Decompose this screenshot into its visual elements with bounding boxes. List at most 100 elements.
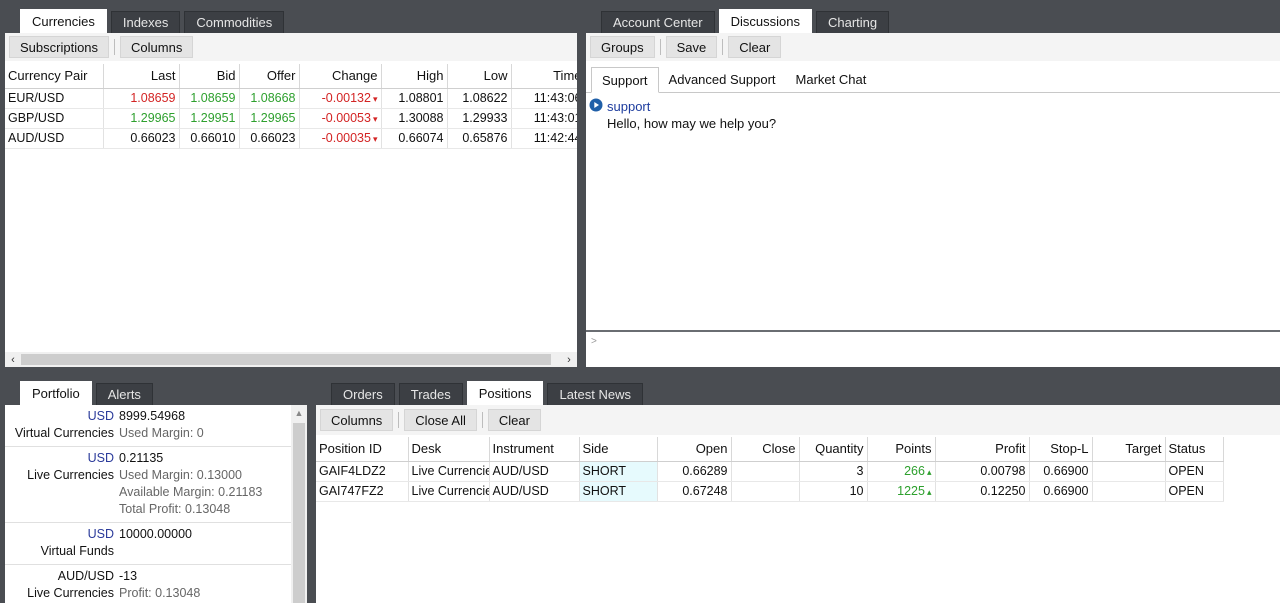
- down-arrow-icon: ▾: [372, 134, 378, 144]
- quantity-cell: 10: [799, 481, 868, 502]
- tab-account-center[interactable]: Account Center: [601, 11, 715, 33]
- table-row[interactable]: EUR/USD 1.08659 1.08659 1.08668 -0.00132…: [5, 88, 577, 109]
- portfolio-entry: USD 10000.00000 Virtual Funds: [5, 523, 291, 565]
- low-cell: 0.65876: [447, 128, 512, 149]
- close-all-button[interactable]: Close All: [404, 409, 477, 431]
- stop-loss-cell: 0.66900: [1029, 461, 1093, 482]
- portfolio-value: 10000.00000: [119, 527, 192, 541]
- tab-market-chat[interactable]: Market Chat: [786, 66, 877, 92]
- up-arrow-icon: ▴: [926, 467, 932, 477]
- horizontal-scrollbar[interactable]: ‹ ›: [5, 352, 577, 367]
- col-quantity[interactable]: Quantity: [799, 437, 868, 462]
- tab-alerts[interactable]: Alerts: [95, 383, 153, 405]
- status-cell: OPEN: [1165, 481, 1224, 502]
- pair-cell: GBP/USD: [5, 108, 104, 129]
- scroll-up-icon[interactable]: ▲: [291, 405, 307, 421]
- tab-orders[interactable]: Orders: [331, 383, 395, 405]
- bid-cell: 1.29951: [179, 108, 240, 129]
- side-cell: SHORT: [579, 461, 658, 482]
- right-tabbar: Account Center Discussions Charting: [601, 9, 890, 33]
- portfolio-detail: Used Margin: 0.13000: [119, 468, 242, 482]
- portfolio-label: Live Currencies: [27, 468, 114, 482]
- col-high[interactable]: High: [381, 64, 448, 89]
- tab-discussions[interactable]: Discussions: [718, 9, 812, 33]
- col-currency-pair[interactable]: Currency Pair: [5, 64, 104, 89]
- subscriptions-button[interactable]: Subscriptions: [9, 36, 110, 58]
- col-bid[interactable]: Bid: [179, 64, 240, 89]
- last-cell: 1.08659: [103, 88, 180, 109]
- stop-loss-cell: 0.66900: [1029, 481, 1093, 502]
- col-target[interactable]: Target: [1092, 437, 1166, 462]
- portfolio-label: Virtual Funds: [40, 544, 114, 558]
- close-cell: [731, 461, 800, 482]
- tab-support[interactable]: Support: [591, 67, 659, 93]
- tab-commodities[interactable]: Commodities: [184, 11, 285, 33]
- tab-positions[interactable]: Positions: [466, 381, 544, 405]
- high-cell: 1.30088: [381, 108, 448, 129]
- toolbar-separator: [722, 39, 724, 55]
- clear-button[interactable]: Clear: [728, 36, 782, 58]
- table-row[interactable]: GBP/USD 1.29965 1.29951 1.29965 -0.00053…: [5, 108, 577, 129]
- save-button[interactable]: Save: [665, 36, 718, 58]
- bid-cell: 1.08659: [179, 88, 240, 109]
- portfolio-value: 8999.54968: [119, 409, 186, 423]
- table-row[interactable]: GAIF4LDZ2 Live Currencies AUD/USD SHORT …: [316, 461, 1224, 482]
- points-value: 1225: [897, 484, 925, 498]
- col-time[interactable]: Time: [511, 64, 577, 89]
- tab-latest-news[interactable]: Latest News: [547, 383, 644, 405]
- col-desk[interactable]: Desk: [408, 437, 490, 462]
- col-close[interactable]: Close: [731, 437, 800, 462]
- scroll-thumb[interactable]: [21, 354, 551, 365]
- chat-tabs: Support Advanced Support Market Chat: [586, 63, 1280, 93]
- clear-button[interactable]: Clear: [487, 409, 541, 431]
- col-instrument[interactable]: Instrument: [489, 437, 580, 462]
- target-cell: [1092, 461, 1166, 482]
- positions-header-row: Position ID Desk Instrument Side Open Cl…: [316, 437, 1224, 462]
- col-offer[interactable]: Offer: [239, 64, 300, 89]
- portfolio-currency: AUD/USD: [57, 569, 114, 583]
- bid-cell: 0.66010: [179, 128, 240, 149]
- high-cell: 1.08801: [381, 88, 448, 109]
- col-profit[interactable]: Profit: [935, 437, 1030, 462]
- profit-cell: 0.12250: [935, 481, 1030, 502]
- columns-button[interactable]: Columns: [320, 409, 394, 431]
- play-circle-icon: [589, 98, 603, 115]
- col-side[interactable]: Side: [579, 437, 658, 462]
- col-open[interactable]: Open: [657, 437, 732, 462]
- scroll-track[interactable]: [21, 353, 561, 366]
- table-row[interactable]: AUD/USD 0.66023 0.66010 0.66023 -0.00035…: [5, 128, 577, 149]
- desk-cell: Live Currencies: [408, 461, 490, 482]
- col-stop-loss[interactable]: Stop-L: [1029, 437, 1093, 462]
- chat-input[interactable]: >: [586, 332, 1280, 367]
- scroll-right-icon[interactable]: ›: [561, 354, 577, 366]
- col-position-id[interactable]: Position ID: [316, 437, 409, 462]
- tab-charting[interactable]: Charting: [815, 11, 890, 33]
- table-row[interactable]: GAI747FZ2 Live Currencies AUD/USD SHORT …: [316, 481, 1224, 502]
- open-cell: 0.67248: [657, 481, 732, 502]
- low-cell: 1.08622: [447, 88, 512, 109]
- columns-button[interactable]: Columns: [120, 36, 194, 58]
- vertical-scrollbar[interactable]: ▲: [291, 405, 307, 603]
- position-id-cell: GAIF4LDZ2: [316, 461, 409, 482]
- tab-portfolio[interactable]: Portfolio: [20, 381, 92, 405]
- tab-indexes[interactable]: Indexes: [110, 11, 181, 33]
- col-status[interactable]: Status: [1165, 437, 1224, 462]
- tab-trades[interactable]: Trades: [398, 383, 463, 405]
- scroll-left-icon[interactable]: ‹: [5, 354, 21, 366]
- change-cell: -0.00035 ▾: [299, 128, 382, 149]
- col-last[interactable]: Last: [103, 64, 180, 89]
- tab-advanced-support[interactable]: Advanced Support: [659, 66, 786, 92]
- up-arrow-icon: ▴: [926, 487, 932, 497]
- status-cell: OPEN: [1165, 461, 1224, 482]
- change-cell: -0.00053 ▾: [299, 108, 382, 129]
- tab-currencies[interactable]: Currencies: [20, 9, 107, 33]
- time-cell: 11:43:01: [511, 108, 577, 129]
- scroll-thumb[interactable]: [293, 423, 305, 603]
- groups-button[interactable]: Groups: [590, 36, 655, 58]
- portfolio-entry: AUD/USD -13 Live Currencies Profit: 0.1304…: [5, 565, 291, 603]
- col-low[interactable]: Low: [447, 64, 512, 89]
- portfolio-label: Live Currencies: [27, 586, 114, 600]
- col-points[interactable]: Points: [867, 437, 936, 462]
- target-cell: [1092, 481, 1166, 502]
- col-change[interactable]: Change: [299, 64, 382, 89]
